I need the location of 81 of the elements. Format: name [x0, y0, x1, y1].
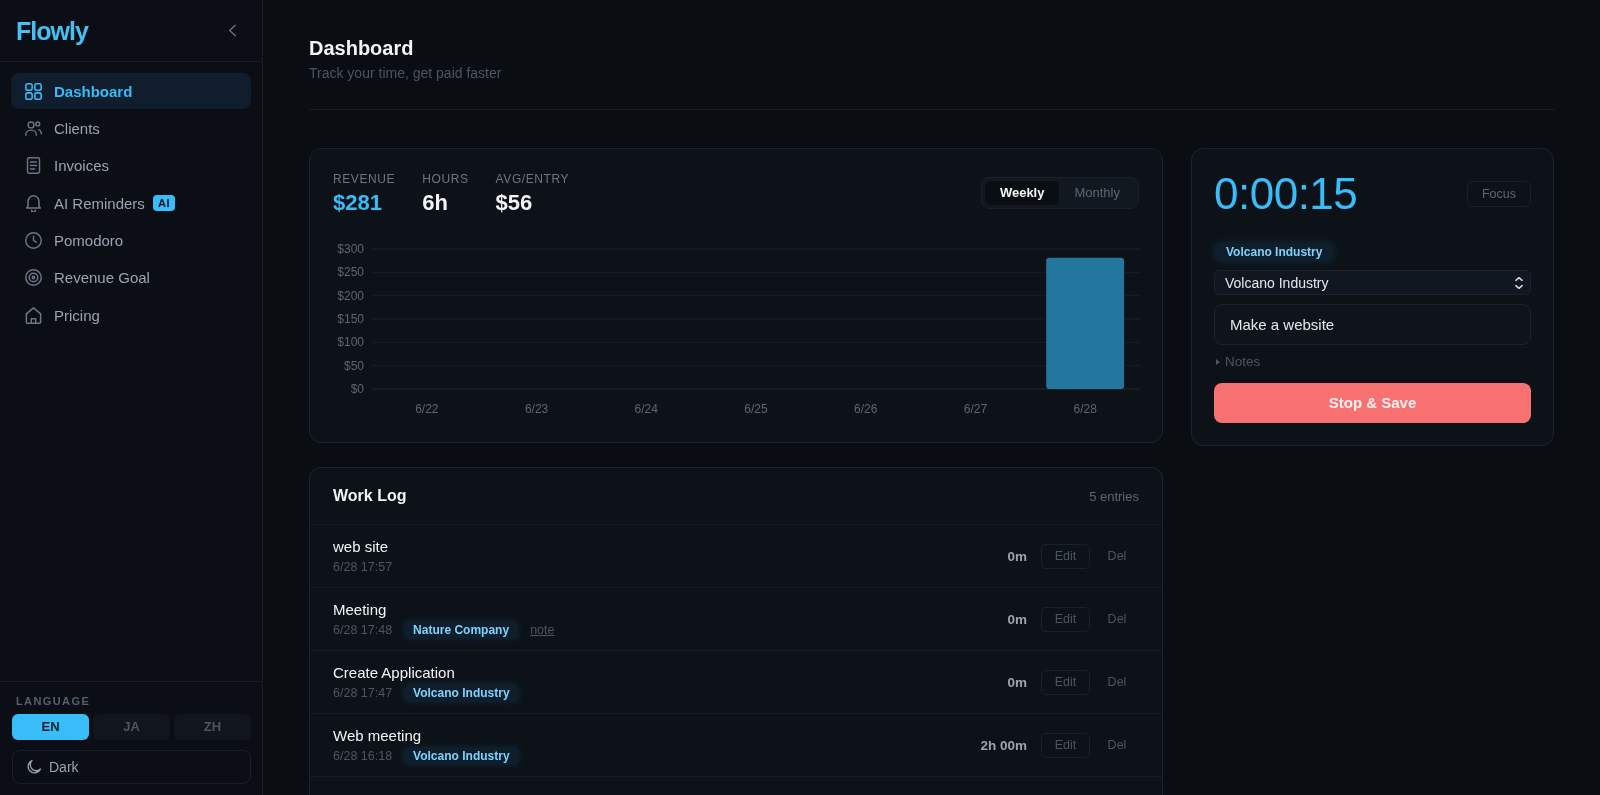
client-select[interactable]: Volcano Industry	[1214, 270, 1531, 295]
delete-button[interactable]: Del	[1095, 543, 1139, 569]
nav-item[interactable]: Clients	[11, 110, 251, 147]
language-option[interactable]: EN	[12, 714, 89, 740]
delete-button[interactable]: Del	[1095, 669, 1139, 695]
entry-count: 5 entries	[1089, 488, 1139, 504]
client-tag: Volcano Industry	[1214, 243, 1335, 261]
axis-label: 6/24	[634, 402, 658, 416]
entry-duration: 2h 00m	[980, 737, 1027, 753]
house-icon	[25, 306, 42, 324]
delete-button[interactable]: Del	[1095, 606, 1139, 632]
edit-button[interactable]: Edit	[1041, 543, 1090, 569]
users-icon	[25, 119, 42, 137]
nav-item[interactable]: Revenue Goal	[11, 259, 251, 296]
entry-title: Meeting	[333, 599, 387, 620]
axis-label: 6/22	[415, 402, 439, 416]
note-link[interactable]: note	[530, 622, 555, 637]
moon-icon	[27, 760, 41, 774]
stat-value: 6h	[422, 190, 448, 216]
target-icon	[25, 269, 42, 287]
client-tag: Nature Company	[404, 620, 519, 639]
axis-label: $300	[337, 242, 364, 256]
axis-label: $0	[350, 382, 364, 396]
period-tab[interactable]: Weekly	[984, 181, 1060, 205]
section-title: Work Log	[333, 487, 407, 505]
edit-button[interactable]: Edit	[1041, 732, 1090, 758]
nav-item[interactable]: Invoices	[11, 147, 251, 184]
entry-title: Web meeting	[333, 725, 422, 746]
axis-label: $250	[337, 265, 364, 280]
section-label: LANGUAGE	[15, 694, 91, 708]
axis-label: $100	[337, 335, 364, 350]
client-tag: Volcano Industry	[404, 683, 519, 702]
axis-label: $150	[337, 312, 364, 326]
document-icon	[25, 157, 42, 175]
stat-label: REVENUE	[333, 172, 396, 186]
axis-label: 6/28	[1073, 402, 1097, 416]
nav-item[interactable]: Dashboard	[11, 73, 251, 109]
entry-duration: 0m	[1007, 611, 1027, 627]
task-input[interactable]: Make a website	[1214, 304, 1531, 345]
logo: Flowly	[16, 15, 88, 46]
axis-label: 6/27	[963, 402, 988, 416]
nav-item[interactable]: Pricing	[11, 297, 251, 334]
nav-item[interactable]: AI Reminders AI	[11, 185, 251, 222]
stat-value: $281	[333, 190, 382, 216]
axis-label: $50	[343, 358, 364, 373]
entry-time: 6/28 17:57	[333, 559, 393, 574]
edit-button[interactable]: Edit	[1041, 606, 1090, 632]
axis-label: 6/25	[744, 402, 768, 416]
axis-label: 6/23	[524, 402, 549, 416]
edit-button[interactable]: Edit	[1041, 669, 1090, 695]
updown-chevron-icon	[1515, 276, 1523, 289]
entry-time: 6/28 17:47	[333, 685, 393, 700]
delete-button[interactable]: Del	[1095, 732, 1139, 758]
bell-icon	[25, 194, 42, 212]
entry-duration: 0m	[1007, 674, 1027, 690]
chevron-left-icon[interactable]	[229, 24, 236, 37]
language-option[interactable]: JA	[93, 714, 170, 740]
ai-badge: AI	[152, 195, 176, 212]
period-tab[interactable]: Monthly	[1059, 181, 1135, 205]
stat-value: $56	[495, 190, 533, 216]
axis-label: $200	[337, 288, 364, 303]
page-title: Dashboard	[309, 36, 414, 60]
grid-icon	[25, 82, 42, 100]
entry-title: Create Application	[333, 662, 455, 683]
axis-label: 6/26	[854, 402, 878, 416]
focus-button[interactable]: Focus	[1466, 181, 1531, 207]
language-option[interactable]: ZH	[174, 714, 251, 740]
nav-item[interactable]: Pomodoro	[11, 222, 251, 259]
entry-title: web site	[333, 536, 389, 557]
entry-time: 6/28 17:48	[333, 622, 393, 637]
entry-time: 6/28 16:18	[333, 748, 393, 763]
notes-toggle[interactable]: Notes	[1214, 354, 1261, 370]
stop-save-button[interactable]: Stop & Save	[1214, 383, 1531, 423]
clock-icon	[25, 232, 42, 250]
page-subtitle: Track your time, get paid faster	[309, 64, 502, 82]
theme-toggle-button[interactable]: Dark	[12, 750, 251, 784]
stat-label: HOURS	[422, 172, 469, 186]
stat-label: AVG/ENTRY	[495, 172, 570, 186]
client-tag: Volcano Industry	[404, 746, 519, 765]
timer-display: 0:00:15	[1214, 168, 1358, 220]
entry-duration: 0m	[1007, 548, 1027, 564]
